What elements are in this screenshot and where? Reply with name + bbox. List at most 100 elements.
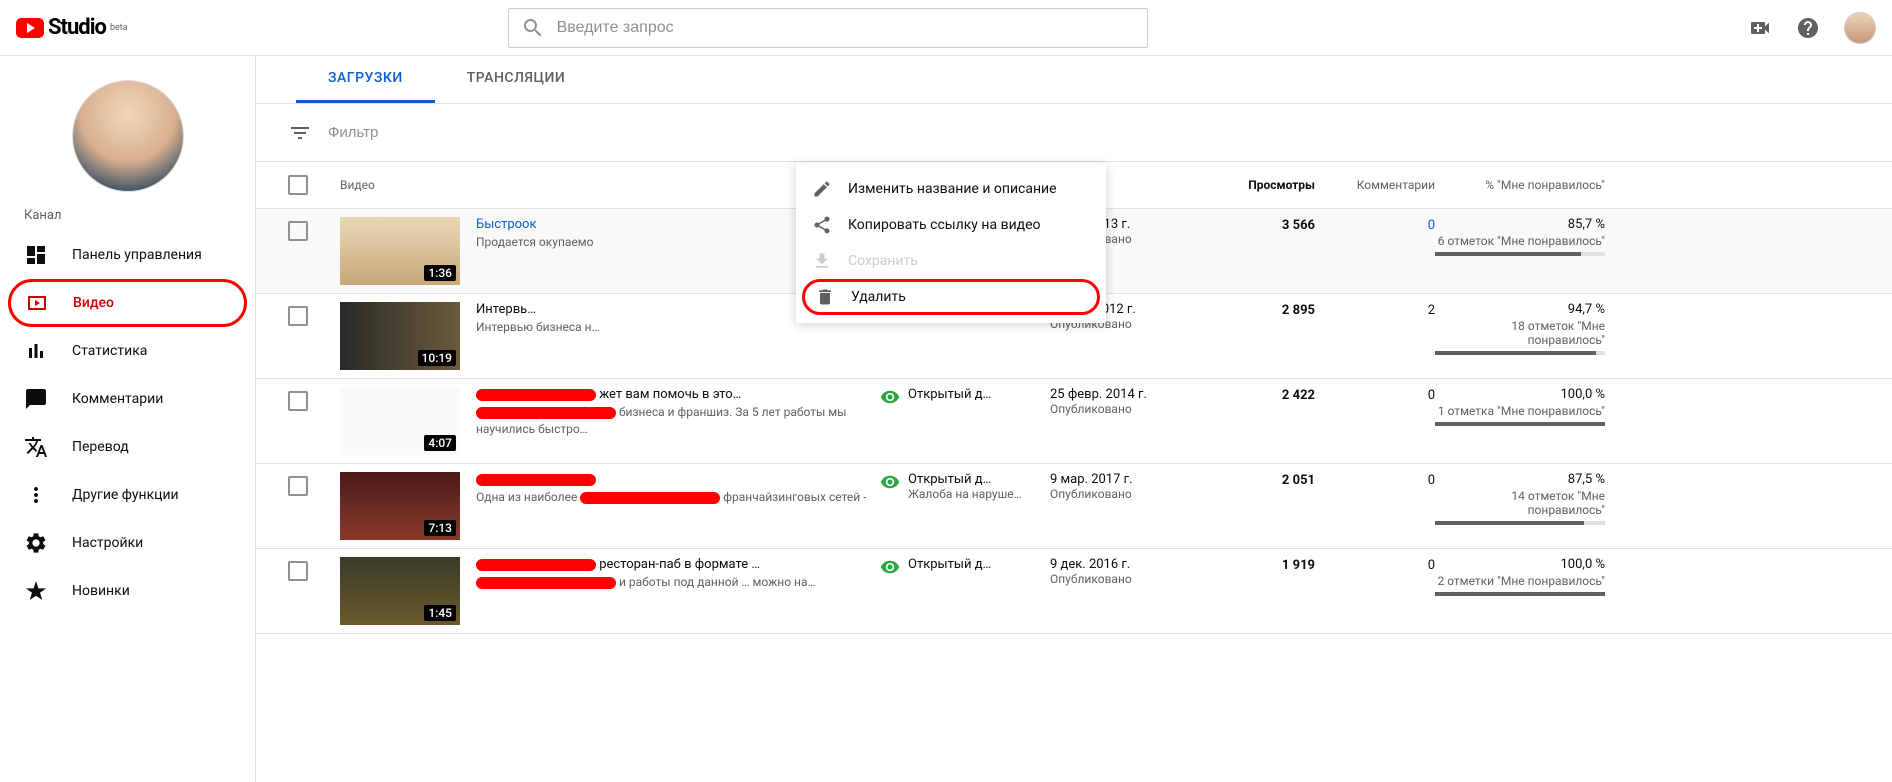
sidebar-item-label: Новинки: [72, 583, 130, 599]
user-avatar[interactable]: [1844, 12, 1876, 44]
video-thumbnail[interactable]: 4:07: [340, 387, 460, 455]
video-thumbnail[interactable]: 7:13: [340, 472, 460, 540]
video-duration: 1:36: [424, 265, 456, 281]
video-date: 25 февр. 2014 г.: [1050, 387, 1195, 402]
likes-pct: 94,7 %: [1435, 302, 1605, 317]
filter-row: [256, 104, 1892, 162]
col-views-header[interactable]: Просмотры: [1195, 178, 1315, 192]
video-duration: 7:13: [424, 520, 456, 536]
row-checkbox[interactable]: [288, 476, 308, 496]
visibility-icon: [880, 472, 900, 492]
tab-1[interactable]: ТРАНСЛЯЦИИ: [435, 56, 597, 103]
sidebar-item-more[interactable]: Другие функции: [0, 471, 255, 519]
menu-item-share[interactable]: Копировать ссылку на видео: [796, 207, 1106, 243]
views-count: 2 895: [1282, 303, 1315, 318]
access-text: Открытый д…: [908, 387, 1050, 402]
views-count: 1 919: [1282, 558, 1315, 573]
tab-0[interactable]: ЗАГРУЗКИ: [296, 56, 435, 103]
menu-item-download: Сохранить: [796, 243, 1106, 279]
dashboard-icon: [24, 243, 48, 267]
visibility-icon: [880, 387, 900, 407]
table-row[interactable]: 1:45 ресторан-паб в формате … и работы п…: [256, 549, 1892, 634]
search-box[interactable]: [508, 8, 1148, 48]
menu-item-trash[interactable]: Удалить: [802, 279, 1100, 315]
video-duration: 10:19: [418, 350, 456, 366]
comments-count[interactable]: 0: [1428, 218, 1435, 233]
channel-avatar[interactable]: [72, 80, 184, 192]
date-sub: Опубликовано: [1050, 402, 1195, 416]
likes-pct: 100,0 %: [1435, 557, 1605, 572]
sidebar-item-video[interactable]: Видео: [8, 279, 247, 327]
likes-pct: 87,5 %: [1435, 472, 1605, 487]
row-checkbox[interactable]: [288, 561, 308, 581]
video-duration: 4:07: [424, 435, 456, 451]
sidebar-item-label: Комментарии: [72, 391, 163, 407]
sidebar: Канал Панель управления Видео Статистика Ко…: [0, 56, 256, 782]
video-thumbnail[interactable]: 10:19: [340, 302, 460, 370]
youtube-play-icon: [16, 18, 44, 38]
date-sub: Опубликовано: [1050, 487, 1195, 501]
sidebar-item-label: Перевод: [72, 439, 129, 455]
visibility-icon: [880, 557, 900, 577]
pencil-icon: [812, 179, 832, 199]
video-thumbnail[interactable]: 1:36: [340, 217, 460, 285]
row-checkbox[interactable]: [288, 221, 308, 241]
col-likes-header: % "Мне понравилось": [1435, 178, 1605, 192]
access-text: Открытый д…: [908, 557, 1050, 572]
views-count: 2 422: [1282, 388, 1315, 403]
video-context-menu: Изменить название и описаниеКопировать с…: [796, 163, 1106, 323]
main-content: ЗАГРУЗКИТРАНСЛЯЦИИ Видео Параметры досту…: [256, 56, 1892, 782]
table-row[interactable]: 4:07 жет вам помочь в это… бизнеса и фра…: [256, 379, 1892, 464]
col-comments-header: Комментарии: [1315, 178, 1435, 192]
sidebar-item-dashboard[interactable]: Панель управления: [0, 231, 255, 279]
logo-text: Studio: [48, 15, 106, 40]
channel-label: Канал: [0, 208, 255, 231]
sidebar-item-translate[interactable]: Перевод: [0, 423, 255, 471]
sidebar-item-analytics[interactable]: Статистика: [0, 327, 255, 375]
sidebar-item-new[interactable]: Новинки: [0, 567, 255, 615]
logo[interactable]: Studio beta: [16, 15, 128, 40]
app-header: Studio beta: [0, 0, 1892, 56]
search-wrap: [508, 8, 1148, 48]
sidebar-item-label: Видео: [73, 295, 114, 311]
sidebar-item-settings[interactable]: Настройки: [0, 519, 255, 567]
comments-icon: [24, 387, 48, 411]
search-icon: [521, 16, 545, 40]
video-date: 9 дек. 2016 г.: [1050, 557, 1195, 572]
menu-item-pencil[interactable]: Изменить название и описание: [796, 171, 1106, 207]
row-checkbox[interactable]: [288, 306, 308, 326]
access-sub: Жалоба на наруше…: [908, 487, 1050, 501]
new-icon: [24, 579, 48, 603]
translate-icon: [24, 435, 48, 459]
sidebar-item-label: Панель управления: [72, 247, 202, 263]
table-row[interactable]: 7:13 Одна из наиболее франчайзинговых се…: [256, 464, 1892, 549]
comments-count[interactable]: 0: [1428, 473, 1435, 488]
header-actions: [1748, 12, 1876, 44]
comments-count[interactable]: 0: [1428, 388, 1435, 403]
access-text: Открытый д…: [908, 472, 1050, 487]
logo-beta: beta: [110, 23, 128, 33]
video-duration: 1:45: [424, 605, 456, 621]
date-sub: Опубликовано: [1050, 572, 1195, 586]
help-icon[interactable]: [1796, 16, 1820, 40]
share-icon: [812, 215, 832, 235]
search-input[interactable]: [557, 19, 1135, 37]
views-count: 2 051: [1282, 473, 1315, 488]
select-all-checkbox[interactable]: [288, 175, 308, 195]
row-checkbox[interactable]: [288, 391, 308, 411]
sidebar-item-label: Другие функции: [72, 487, 179, 503]
sidebar-item-comments[interactable]: Комментарии: [0, 375, 255, 423]
filter-icon[interactable]: [288, 121, 312, 145]
comments-count[interactable]: 0: [1428, 558, 1435, 573]
sidebar-item-label: Настройки: [72, 535, 143, 551]
video-icon: [25, 291, 49, 315]
filter-input[interactable]: [328, 124, 1860, 141]
video-thumbnail[interactable]: 1:45: [340, 557, 460, 625]
create-video-icon[interactable]: [1748, 16, 1772, 40]
download-icon: [812, 251, 832, 271]
likes-pct: 85,7 %: [1435, 217, 1605, 232]
views-count: 3 566: [1282, 218, 1315, 233]
more-icon: [24, 483, 48, 507]
comments-count[interactable]: 2: [1428, 303, 1435, 318]
trash-icon: [815, 287, 835, 307]
